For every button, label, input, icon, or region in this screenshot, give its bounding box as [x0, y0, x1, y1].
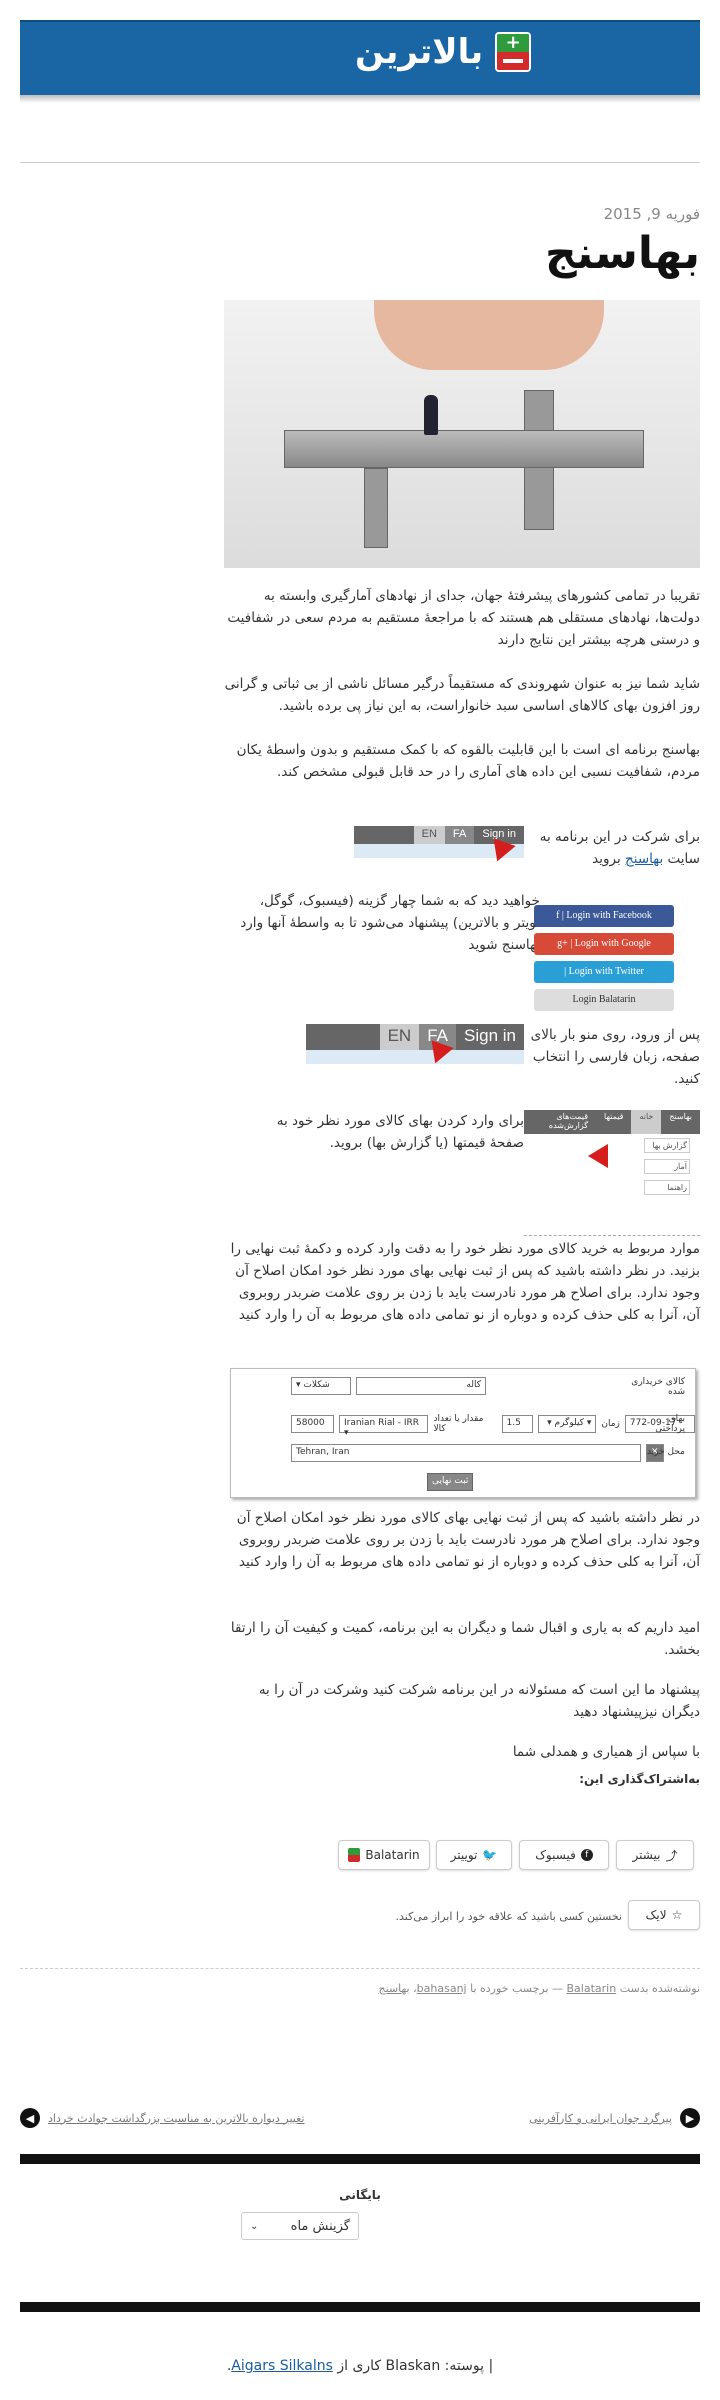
divider — [20, 2302, 700, 2312]
twitter-icon: 🐦 — [482, 1848, 498, 1862]
share-facebook-button[interactable]: f فیسبوک — [519, 1840, 609, 1870]
header-shadow — [20, 95, 700, 103]
archive-heading: بایگانی — [339, 2188, 381, 2202]
login-options-screenshot: f | Login with Facebook g+ | Login with … — [534, 905, 674, 1017]
arrow-left-icon: ◀ — [20, 2108, 40, 2128]
paragraph: امید داریم که به یاری و اقبال شما و دیگر… — [230, 1620, 700, 1658]
nav-prev[interactable]: ▶ پیرگرد جوان ایرانی و کارآفرینی — [529, 2108, 700, 2128]
site-logo[interactable]: + بالاترین — [355, 32, 532, 72]
like-button[interactable]: ☆ لایک — [628, 1900, 700, 1930]
price-form-screenshot: کالای خریداری شده ▾ شکلات کاله 58000 Irani… — [230, 1368, 696, 1498]
post-date[interactable]: فوریه 9, 2015 — [604, 205, 700, 223]
nav-next[interactable]: ◀ تغییر دیواره بالاترین به مناسبت بزرگداش… — [20, 2108, 304, 2128]
share-heading: به‌اشتراک‌گذاری این: — [579, 1772, 700, 1786]
paragraph: بهاسنج برنامه ای است با این قابلیت بالقو… — [236, 742, 700, 780]
share-twitter-button[interactable]: 🐦 توییتر — [436, 1840, 512, 1870]
divider — [20, 2154, 700, 2164]
paragraph: پیشنهاد ما این است که مسئولانه در این بر… — [258, 1682, 700, 1720]
tag-link[interactable]: bahasanj — [417, 1982, 467, 1995]
archive-select[interactable]: گزینش ماه ⌄ — [241, 2212, 359, 2240]
prices-menu-screenshot: بهاسنج خانه قیمتها قیمت‌های گزارش‌شده گزارش… — [524, 1110, 700, 1236]
share-icon: ⤴ — [665, 1848, 678, 1863]
arrow-icon — [588, 1144, 608, 1168]
share-more-button[interactable]: ⤴ بیشتر — [616, 1840, 694, 1870]
divider — [20, 1968, 700, 1969]
paragraph: برای شرکت در این برنامه به سایت بهاسنج ب… — [539, 829, 700, 867]
theme-author-link[interactable]: Aigars Silkalns — [231, 2358, 333, 2374]
facebook-icon: f — [580, 1849, 593, 1861]
paragraph: با سپاس از همیاری و همدلی شما — [512, 1744, 700, 1760]
paragraph: شاید شما نیز به عنوان شهروندی که مستقیما… — [224, 676, 700, 714]
paragraph: برای وارد کردن بهای کالای مورد نظر خود ب… — [276, 1113, 524, 1151]
post-meta: نوشته‌شده بدست Balatarin — برچسب خورده ب… — [378, 1982, 700, 1995]
language-screenshot: EN FA Sign in — [306, 1024, 524, 1064]
site-footer: | پوسته: Blaskan کاری از Aigars Silkalns… — [226, 2358, 494, 2374]
paragraph: در نظر داشته باشید که پس از ثبت نهایی به… — [236, 1510, 700, 1570]
arrow-right-icon: ▶ — [680, 2108, 700, 2128]
post-title: بهاسنج — [544, 228, 700, 279]
balatarin-icon — [348, 1848, 361, 1862]
like-note: نخستین کسی باشید که علاقه خود را ابراز م… — [395, 1910, 622, 1923]
post-hero-image — [224, 300, 700, 568]
divider — [20, 162, 700, 163]
tag-link[interactable]: بهاسنج — [378, 1982, 409, 1995]
logo-icon: + — [495, 32, 532, 72]
author-link[interactable]: Balatarin — [567, 1982, 617, 1995]
star-icon: ☆ — [671, 1908, 683, 1922]
bahasanj-link[interactable]: بهاسنج — [625, 851, 663, 867]
logo-text: بالاترین — [355, 32, 484, 72]
chevron-down-icon: ⌄ — [250, 2220, 259, 2232]
share-balatarin-button[interactable]: Balatarin — [338, 1840, 430, 1870]
paragraph: موارد مربوط به خرید کالای مورد نظر خود ر… — [230, 1241, 700, 1323]
paragraph: خواهید دید که به شما چهار گزینه (فیسبوک،… — [240, 893, 540, 953]
paragraph: تقریبا در تمامی کشورهای پیشرفتهٔ جهان، ج… — [227, 588, 700, 648]
paragraph: پس از ورود، روی منو بار بالای صفحه، زبان… — [530, 1027, 700, 1087]
